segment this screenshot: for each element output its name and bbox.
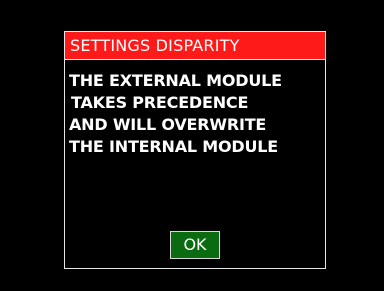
settings-disparity-dialog: SETTINGS DISPARITY THE EXTERNAL MODULE T… bbox=[64, 31, 326, 269]
dialog-message: THE EXTERNAL MODULE TAKES PRECEDENCE AND… bbox=[69, 70, 321, 158]
message-line-4: THE INTERNAL MODULE bbox=[69, 137, 278, 156]
message-line-3: AND WILL OVERWRITE bbox=[69, 115, 267, 134]
message-line-1: THE EXTERNAL MODULE bbox=[69, 71, 282, 90]
message-line-2: TAKES PRECEDENCE bbox=[71, 93, 249, 112]
dialog-title-bar: SETTINGS DISPARITY bbox=[65, 32, 325, 60]
screen: { "dialog": { "title": "SETTINGS DISPARI… bbox=[0, 0, 384, 291]
dialog-title: SETTINGS DISPARITY bbox=[70, 36, 240, 55]
ok-button[interactable]: OK bbox=[170, 231, 220, 259]
